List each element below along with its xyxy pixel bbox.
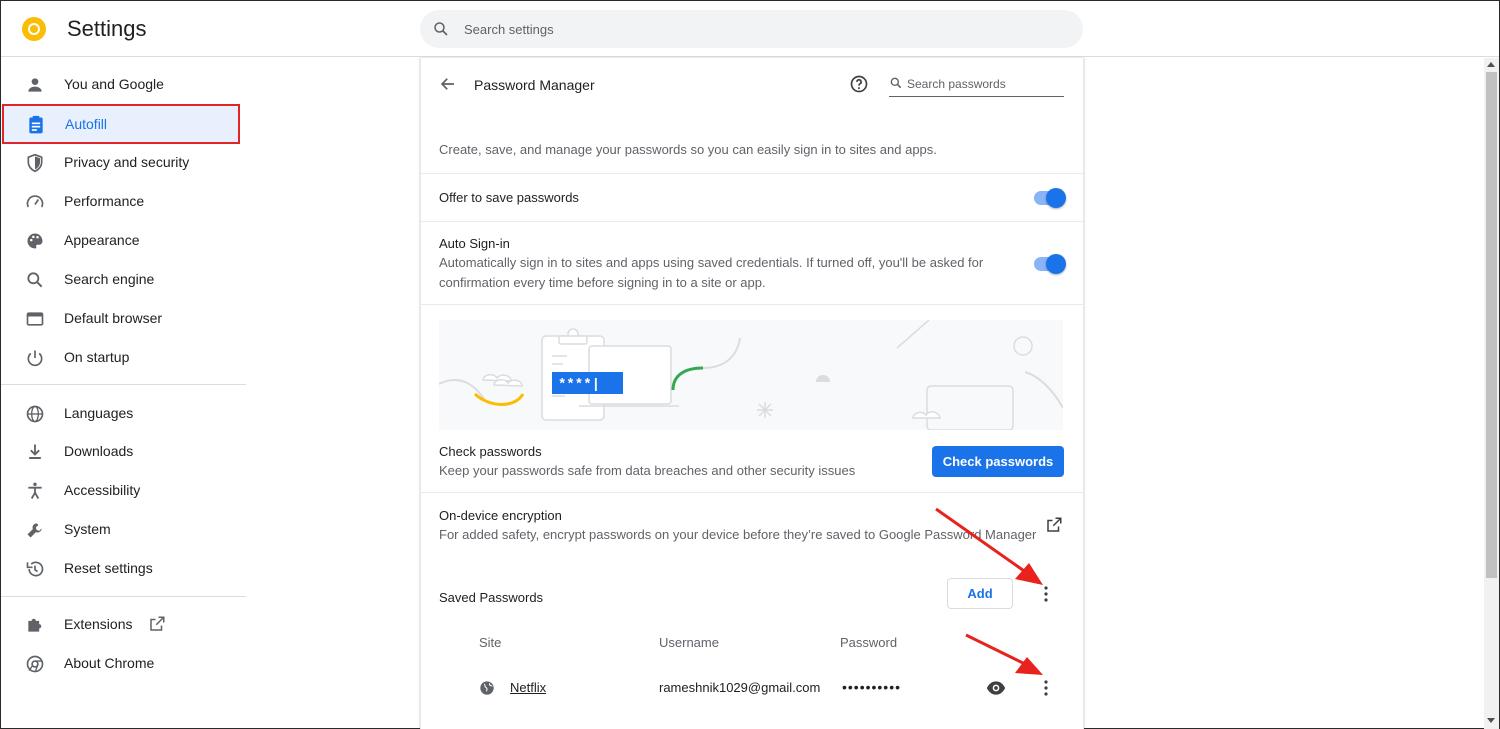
sidebar-divider — [1, 596, 246, 597]
auto-signin-description-line1: Automatically sign in to sites and apps … — [439, 255, 984, 270]
scroll-thumb[interactable] — [1486, 72, 1497, 578]
sidebar-item-label: Extensions — [64, 616, 133, 632]
row-divider — [421, 221, 1083, 222]
browser-window-icon — [25, 309, 45, 329]
settings-search-box[interactable] — [420, 10, 1083, 48]
offer-to-save-label: Offer to save passwords — [439, 190, 579, 205]
eye-icon[interactable] — [986, 679, 1006, 702]
encryption-description: For added safety, encrypt passwords on y… — [439, 527, 1037, 542]
search-icon — [889, 76, 903, 95]
wrench-icon — [25, 520, 45, 540]
illustration-password-text: ****| — [558, 377, 600, 393]
accessibility-icon — [25, 481, 45, 501]
sidebar-divider — [1, 384, 246, 385]
sidebar-item-label: You and Google — [64, 76, 164, 92]
column-header-password: Password — [840, 635, 898, 650]
sidebar-item-label: Privacy and security — [64, 154, 190, 170]
globe-icon — [25, 404, 45, 424]
search-icon — [432, 20, 450, 43]
sidebar-item-system[interactable]: System — [1, 509, 246, 549]
shield-icon — [25, 153, 45, 173]
sidebar-item-label: Languages — [64, 405, 134, 421]
check-passwords-button[interactable]: Check passwords — [932, 446, 1064, 477]
chrome-settings-logo — [22, 17, 46, 41]
page-description: Create, save, and manage your passwords … — [439, 142, 937, 157]
site-link[interactable]: Netflix — [510, 680, 546, 695]
sidebar-item-reset-settings[interactable]: Reset settings — [1, 548, 246, 588]
row-divider — [421, 304, 1083, 305]
page-scrollbar[interactable] — [1484, 58, 1499, 729]
sidebar-item-accessibility[interactable]: Accessibility — [1, 470, 246, 510]
sidebar-item-label: System — [64, 521, 111, 537]
password-value: •••••••••• — [842, 679, 902, 695]
auto-signin-toggle[interactable] — [1034, 254, 1066, 274]
power-icon — [25, 348, 45, 368]
sidebar-item-label: On startup — [64, 349, 130, 365]
scroll-up-arrow[interactable] — [1487, 62, 1495, 67]
row-divider — [421, 173, 1083, 174]
sidebar-item-label: Appearance — [64, 232, 140, 248]
help-icon[interactable] — [849, 74, 869, 99]
add-password-button[interactable]: Add — [947, 578, 1013, 609]
sidebar-item-label: About Chrome — [64, 655, 155, 671]
open-external-icon[interactable] — [1045, 516, 1063, 539]
sidebar-item-extensions[interactable]: Extensions — [1, 604, 246, 644]
password-search-field[interactable] — [889, 72, 1064, 97]
offer-to-save-toggle[interactable] — [1034, 188, 1066, 208]
download-icon — [25, 442, 45, 462]
sidebar-item-label: Default browser — [64, 310, 163, 326]
sidebar-item-you-and-google[interactable]: You and Google — [1, 64, 246, 104]
saved-passwords-title: Saved Passwords — [439, 590, 544, 605]
sidebar-item-search-engine[interactable]: Search engine — [1, 259, 246, 299]
settings-search-input[interactable] — [464, 10, 1064, 48]
sidebar-item-label: Search engine — [64, 271, 155, 287]
page-title: Password Manager — [474, 77, 595, 93]
back-arrow-icon[interactable] — [439, 75, 457, 98]
sidebar-item-label: Reset settings — [64, 560, 153, 576]
clipboard-icon — [26, 115, 46, 135]
search-icon — [25, 270, 45, 290]
auto-signin-description-line2: confirmation every time before signing i… — [439, 275, 766, 290]
check-passwords-illustration: ****| — [438, 319, 1064, 431]
puzzle-icon — [25, 615, 45, 635]
sidebar-item-performance[interactable]: Performance — [1, 181, 246, 221]
sidebar-item-privacy[interactable]: Privacy and security — [1, 142, 246, 182]
username-value: rameshnik1029@gmail.com — [659, 680, 821, 695]
encryption-title: On-device encryption — [439, 508, 562, 523]
password-manager-panel: Password Manager Create, save, and manag… — [420, 58, 1084, 729]
top-bar: Settings — [1, 1, 1499, 57]
person-icon — [25, 75, 45, 95]
column-header-site: Site — [479, 635, 502, 650]
sidebar-item-label: Accessibility — [64, 482, 141, 498]
sidebar-item-label: Downloads — [64, 443, 134, 459]
sidebar-item-autofill[interactable]: Autofill — [2, 104, 240, 144]
sidebar-item-about-chrome[interactable]: About Chrome — [1, 643, 246, 683]
sidebar-item-label: Autofill — [65, 116, 108, 132]
chrome-icon — [25, 654, 45, 674]
sidebar: You and Google Autofill Privacy and secu… — [1, 58, 246, 729]
more-vert-icon[interactable] — [1038, 679, 1054, 702]
row-divider — [421, 492, 1083, 493]
palette-icon — [25, 231, 45, 251]
sidebar-item-default-browser[interactable]: Default browser — [1, 298, 246, 338]
check-passwords-description: Keep your passwords safe from data breac… — [439, 463, 856, 478]
restore-icon — [25, 559, 45, 579]
globe-icon — [479, 680, 495, 701]
sidebar-item-downloads[interactable]: Downloads — [1, 431, 246, 471]
auto-signin-label: Auto Sign-in — [439, 236, 510, 251]
column-header-username: Username — [659, 635, 719, 650]
scroll-down-arrow[interactable] — [1487, 718, 1495, 723]
sidebar-item-on-startup[interactable]: On startup — [1, 337, 246, 377]
table-row: Netflix rameshnik1029@gmail.com ••••••••… — [421, 668, 1083, 708]
password-search-input[interactable] — [907, 74, 1062, 94]
check-passwords-title: Check passwords — [439, 444, 542, 459]
speedometer-icon — [25, 192, 45, 212]
open-external-icon — [148, 615, 166, 638]
sidebar-item-label: Performance — [64, 193, 145, 209]
sidebar-item-languages[interactable]: Languages — [1, 393, 246, 433]
sidebar-item-appearance[interactable]: Appearance — [1, 220, 246, 260]
more-vert-icon[interactable] — [1038, 585, 1054, 608]
app-title: Settings — [67, 16, 147, 41]
